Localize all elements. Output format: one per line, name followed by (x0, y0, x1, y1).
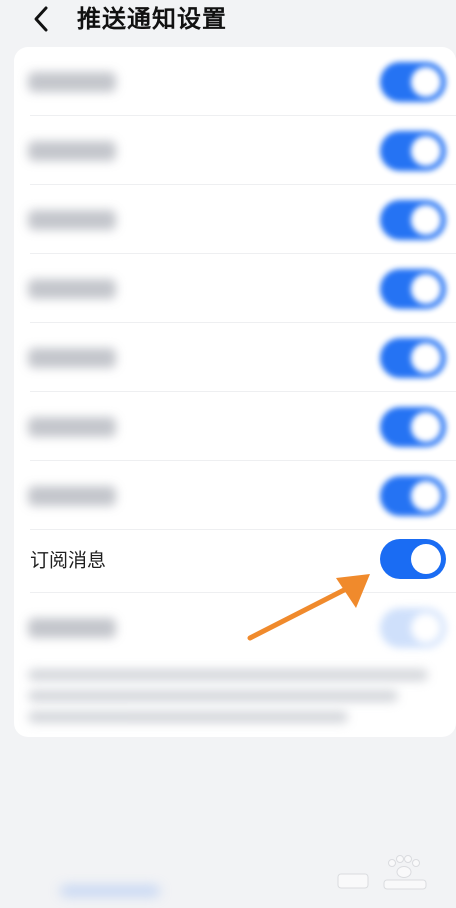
toggle-switch[interactable] (380, 130, 446, 171)
setting-row-subscription[interactable]: 订阅消息 (14, 524, 456, 593)
setting-row-blurred-6[interactable] (14, 392, 456, 461)
setting-row-blurred-2[interactable] (14, 116, 456, 185)
watermark-logo (337, 855, 427, 890)
setting-row-blurred-7[interactable] (14, 461, 456, 530)
toggle-knob (411, 273, 441, 304)
setting-row-blurred-3[interactable] (14, 185, 456, 254)
toggle-switch[interactable] (380, 337, 446, 378)
toggle-knob (411, 480, 441, 511)
setting-row-blurred-5[interactable] (14, 323, 456, 392)
toggle-switch[interactable] (380, 607, 446, 648)
blurred-label (28, 209, 116, 230)
blurred-label (28, 485, 116, 506)
blurred-label (28, 347, 116, 368)
toggle-switch[interactable] (380, 61, 446, 102)
blurred-label (28, 416, 116, 437)
setting-row-blurred-4[interactable] (14, 254, 456, 323)
toggle-knob (411, 135, 441, 166)
blurred-description-line (28, 711, 348, 723)
blurred-label (28, 278, 116, 299)
arrow-icon (247, 574, 370, 641)
back-button[interactable] (26, 2, 62, 38)
blurred-label (28, 71, 116, 92)
notification-settings-screen: 推送通知设置 订阅消息 (0, 0, 456, 908)
toggle-knob (411, 342, 441, 373)
toggle-switch[interactable] (380, 475, 446, 516)
toggle-knob (411, 66, 441, 97)
toggle-switch[interactable] (380, 199, 446, 240)
settings-card: 订阅消息 (14, 47, 456, 737)
blurred-bottom-element (60, 886, 160, 896)
subscription-toggle[interactable] (380, 538, 446, 579)
toggle-switch[interactable] (380, 268, 446, 309)
blurred-description-line (28, 690, 398, 702)
blurred-description-line (28, 669, 428, 681)
toggle-switch[interactable] (380, 406, 446, 447)
subscription-label: 订阅消息 (30, 549, 107, 571)
toggle-knob (411, 612, 441, 643)
toggle-knob (411, 204, 441, 235)
toggle-knob (411, 411, 441, 442)
toggle-knob (411, 543, 441, 574)
setting-row-blurred-1[interactable] (14, 47, 456, 116)
blurred-label (28, 140, 116, 161)
header: 推送通知设置 (0, 0, 456, 44)
blurred-label (28, 617, 116, 638)
setting-row-blurred-8[interactable] (14, 593, 456, 662)
page-title: 推送通知设置 (77, 5, 227, 33)
chevron-left-icon (34, 6, 48, 32)
